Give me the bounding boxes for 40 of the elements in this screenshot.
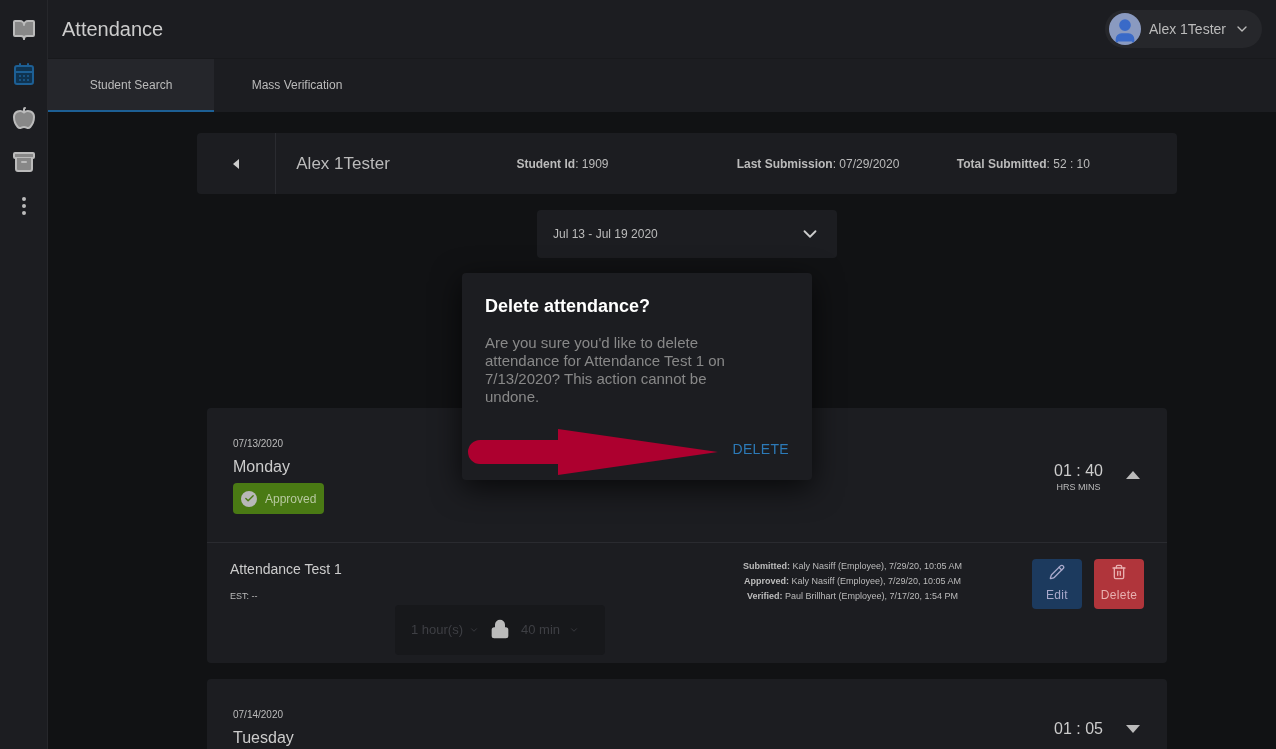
box-icon[interactable] xyxy=(11,150,36,174)
student-name: Alex 1Tester xyxy=(296,152,391,175)
student-field: Last Submission: 07/29/2020 xyxy=(736,154,957,173)
expand-toggle[interactable] xyxy=(1125,722,1141,735)
tab[interactable]: Mass Verification xyxy=(214,59,380,112)
avatar-icon xyxy=(1108,13,1141,45)
time-units: HRS MINS xyxy=(1056,482,1101,492)
entry-est: EST: -- xyxy=(230,590,259,603)
user-menu[interactable]: Alex 1Tester xyxy=(1104,10,1262,48)
log-line: Submitted: Kaly Nasiff (Employee), 7/29/20, 10:05 AM xyxy=(743,560,962,573)
tab[interactable]: Student Search xyxy=(48,59,214,112)
entry-title: Attendance Test 1 xyxy=(230,560,343,579)
total-time: 01 : 40 xyxy=(1054,460,1103,481)
student-field: Total Submitted: 52 : 10 xyxy=(956,154,1177,173)
day-date: 07/14/2020 xyxy=(233,708,285,722)
week-select[interactable]: Jul 13 - Jul 19 2020 xyxy=(537,210,837,258)
back-icon xyxy=(233,158,240,169)
trash-icon xyxy=(1111,564,1127,580)
page-title: Attendance xyxy=(62,17,164,42)
delete-confirm-button[interactable]: DELETE xyxy=(732,439,789,460)
day-date: 07/13/2020 xyxy=(233,437,285,451)
day-name: Monday xyxy=(233,457,291,477)
log-line: Verified: Paul Brillhart (Employee), 7/17/20, 1:54 PM xyxy=(746,590,959,603)
check-icon xyxy=(241,490,257,507)
book-icon[interactable] xyxy=(11,18,36,42)
total-time: 01 : 05 xyxy=(1054,718,1103,739)
dialog-title: Delete attendance? xyxy=(485,295,652,318)
day-name: Tuesday xyxy=(233,728,294,748)
log-line: Approved: Kaly Nasiff (Employee), 7/29/20, 10:05 AM xyxy=(744,575,961,588)
pencil-icon xyxy=(1049,564,1065,580)
status-badge: Approved xyxy=(233,483,325,514)
caret-icon xyxy=(469,625,479,635)
apple-icon[interactable] xyxy=(11,106,36,130)
student-field: Student Id: 1909 xyxy=(516,154,737,173)
caret-icon xyxy=(569,625,579,635)
delete-button[interactable]: Delete xyxy=(1094,559,1144,609)
edit-button[interactable]: Edit xyxy=(1032,559,1082,609)
calendar-icon[interactable] xyxy=(11,62,36,86)
expand-toggle[interactable] xyxy=(1125,469,1141,481)
dialog-message: Are you sure you'd like to delete attendance for Attendance Test 1 on 7/13/2020? This action cannot be undone. xyxy=(485,334,726,406)
